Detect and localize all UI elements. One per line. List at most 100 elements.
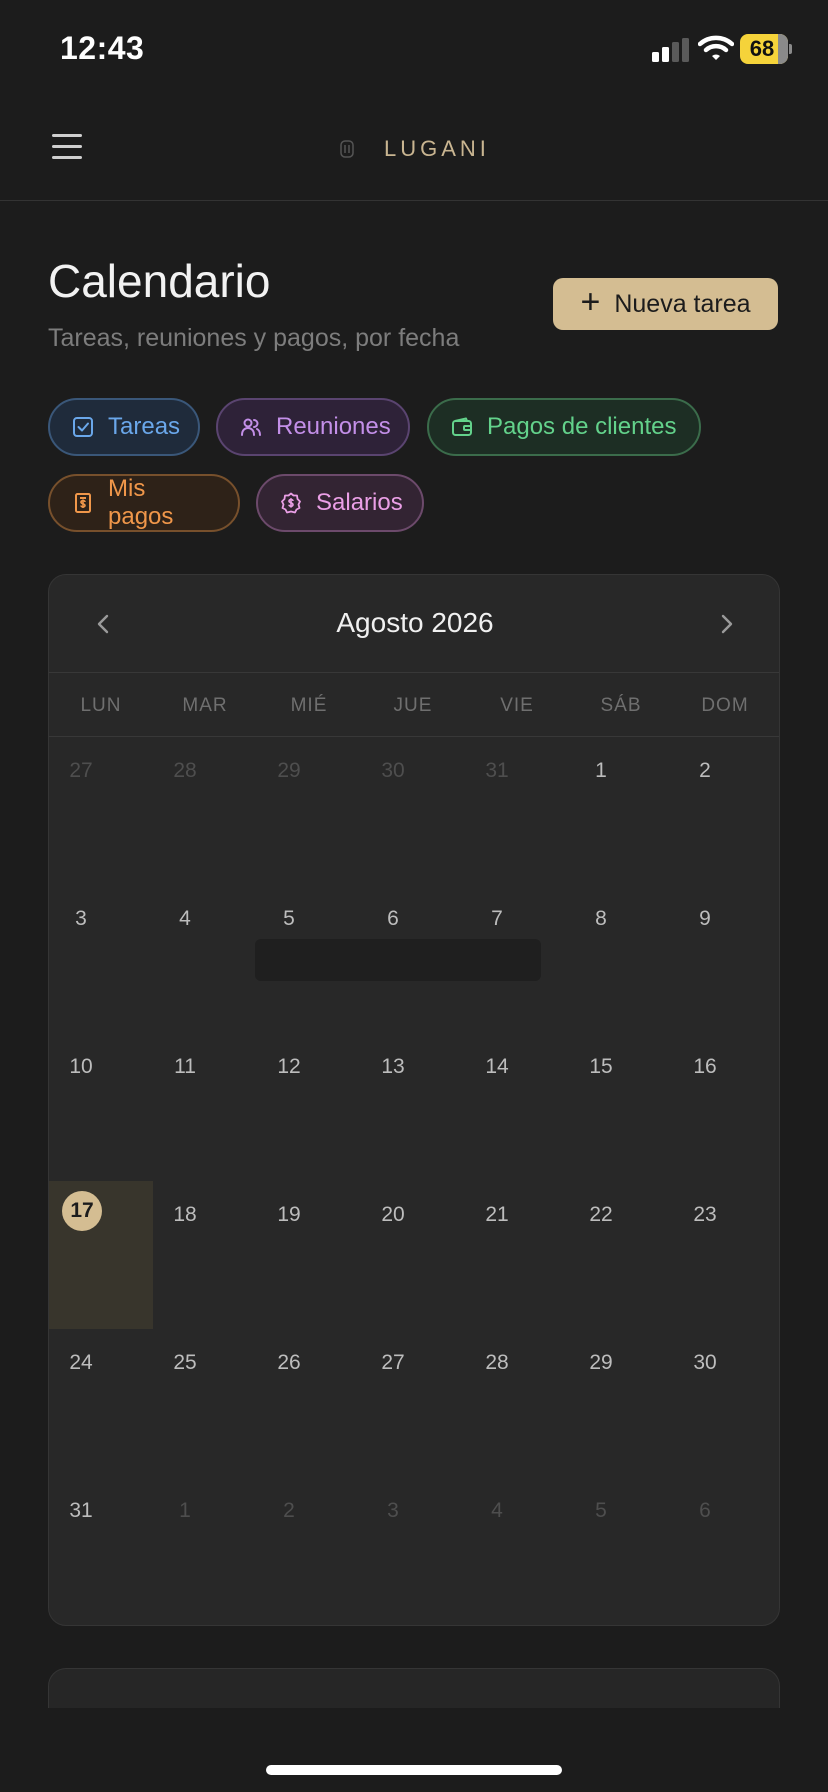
- filter-chip-tasks[interactable]: Tareas: [48, 398, 200, 456]
- calendar-day-number: 29: [589, 1351, 613, 1374]
- calendar-event-bar[interactable]: [255, 939, 541, 981]
- battery-icon: 68: [740, 34, 792, 64]
- calendar-day-number: 3: [75, 907, 87, 930]
- calendar-day-number: 6: [699, 1499, 711, 1522]
- new-task-button[interactable]: + Nueva tarea: [553, 278, 778, 330]
- calendar-day[interactable]: 29: [569, 1329, 673, 1477]
- calendar-day-number: 4: [179, 907, 191, 930]
- filter-chip-my-payments[interactable]: Mis pagos: [48, 474, 240, 532]
- weekday-label: MAR: [182, 695, 228, 716]
- filter-chip-client-payments[interactable]: Pagos de clientes: [427, 398, 701, 456]
- calendar-day[interactable]: 1: [153, 1477, 257, 1625]
- weekday-label: JUE: [393, 695, 433, 716]
- dollar-badge-icon: [281, 492, 301, 514]
- calendar-day[interactable]: 31: [465, 737, 569, 885]
- calendar-day[interactable]: 4: [153, 885, 257, 1033]
- calendar-day[interactable]: 27: [361, 1329, 465, 1477]
- calendar-day-number: 29: [277, 759, 301, 782]
- calendar-day-number: 3: [387, 1499, 399, 1522]
- hamburger-menu-icon[interactable]: [48, 128, 88, 168]
- weekday-label: DOM: [701, 695, 749, 716]
- calendar-day[interactable]: 1: [569, 737, 673, 885]
- calendar-day-number: 26: [277, 1351, 301, 1374]
- calendar-day[interactable]: 28: [153, 737, 257, 885]
- calendar-day-number: 31: [485, 759, 509, 782]
- calendar-day[interactable]: 10: [49, 1033, 153, 1181]
- calendar-day[interactable]: 28: [465, 1329, 569, 1477]
- calendar-day-number: 20: [381, 1203, 405, 1226]
- calendar-day-number: 28: [485, 1351, 509, 1374]
- next-section-card: [48, 1668, 780, 1708]
- calendar-day-number: 7: [491, 907, 503, 930]
- calendar-day-number: 23: [693, 1203, 717, 1226]
- filter-chip-meetings[interactable]: Reuniones: [216, 398, 410, 456]
- new-task-label: Nueva tarea: [614, 289, 751, 318]
- calendar-day-number: 14: [485, 1055, 509, 1078]
- wallet-icon: [452, 417, 472, 436]
- calendar-day-number: 30: [381, 759, 405, 782]
- calendar-day[interactable]: 14: [465, 1033, 569, 1181]
- calendar-day[interactable]: 15: [569, 1033, 673, 1181]
- calendar-day[interactable]: 24: [49, 1329, 153, 1477]
- calendar-day[interactable]: 21: [465, 1181, 569, 1329]
- chevron-right-icon[interactable]: [711, 609, 741, 639]
- calendar-day[interactable]: 4: [465, 1477, 569, 1625]
- calendar-day[interactable]: 26: [257, 1329, 361, 1477]
- home-indicator: [266, 1765, 562, 1775]
- calendar-day[interactable]: 31: [49, 1477, 153, 1625]
- calendar-day[interactable]: 30: [361, 737, 465, 885]
- calendar-day-number: 2: [283, 1499, 295, 1522]
- calendar-day[interactable]: 5: [569, 1477, 673, 1625]
- calendar-day[interactable]: 19: [257, 1181, 361, 1329]
- calendar-day-number: 8: [595, 907, 607, 930]
- calendar-day[interactable]: 23: [673, 1181, 777, 1329]
- calendar-day-today[interactable]: 17: [49, 1181, 153, 1329]
- filter-chip-salaries[interactable]: Salarios: [256, 474, 424, 532]
- calendar-day[interactable]: 29: [257, 737, 361, 885]
- calendar-day-number: 19: [277, 1203, 301, 1226]
- filter-chip-label: Reuniones: [276, 413, 391, 440]
- brand-name: LUGANI: [384, 136, 490, 161]
- calendar-day-number: 1: [595, 759, 607, 782]
- brand: LUGANI: [340, 134, 490, 164]
- weekday-label: MIÉ: [290, 695, 328, 716]
- calendar-header: Agosto 2026: [49, 575, 779, 673]
- page-title: Calendario: [48, 255, 271, 307]
- calendar-day[interactable]: 2: [673, 737, 777, 885]
- page-subtitle: Tareas, reuniones y pagos, por fecha: [48, 324, 460, 352]
- users-icon: [241, 418, 261, 436]
- filter-chip-label: Salarios: [316, 489, 403, 516]
- calendar-day[interactable]: 6: [673, 1477, 777, 1625]
- calendar-day[interactable]: 11: [153, 1033, 257, 1181]
- filter-chip-label: Pagos de clientes: [487, 413, 677, 440]
- calendar-day-number: 27: [69, 759, 93, 782]
- battery-level: 68: [749, 36, 775, 61]
- calendar-day[interactable]: 13: [361, 1033, 465, 1181]
- calendar-day-number: 4: [491, 1499, 503, 1522]
- calendar-day[interactable]: 3: [361, 1477, 465, 1625]
- calendar-day-number: 1: [179, 1499, 191, 1522]
- calendar-day-number: 16: [693, 1055, 717, 1078]
- calendar-day[interactable]: 8: [569, 885, 673, 1033]
- calendar-day[interactable]: 27: [49, 737, 153, 885]
- calendar-day-number: 2: [699, 759, 711, 782]
- calendar-day[interactable]: 30: [673, 1329, 777, 1477]
- calendar: Agosto 2026 LUN MAR MIÉ JUE VIE SÁB DOM 654321…: [48, 574, 780, 1626]
- calendar-day-number: 13: [381, 1055, 405, 1078]
- calendar-day[interactable]: 3: [49, 885, 153, 1033]
- calendar-day[interactable]: 2: [257, 1477, 361, 1625]
- calendar-day[interactable]: 16: [673, 1033, 777, 1181]
- weekday-label: SÁB: [600, 695, 642, 716]
- calendar-day[interactable]: 22: [569, 1181, 673, 1329]
- calendar-day[interactable]: 9: [673, 885, 777, 1033]
- calendar-day[interactable]: 25: [153, 1329, 257, 1477]
- weekday-label: LUN: [80, 695, 122, 716]
- calendar-day-number: 6: [387, 907, 399, 930]
- filter-chip-label: Mis pagos: [108, 475, 174, 530]
- checkbox-icon: [73, 417, 93, 437]
- status-bar: 12:43 68: [0, 0, 828, 100]
- calendar-day[interactable]: 18: [153, 1181, 257, 1329]
- calendar-day[interactable]: 20: [361, 1181, 465, 1329]
- calendar-day[interactable]: 12: [257, 1033, 361, 1181]
- calendar-day-number: 21: [485, 1203, 509, 1226]
